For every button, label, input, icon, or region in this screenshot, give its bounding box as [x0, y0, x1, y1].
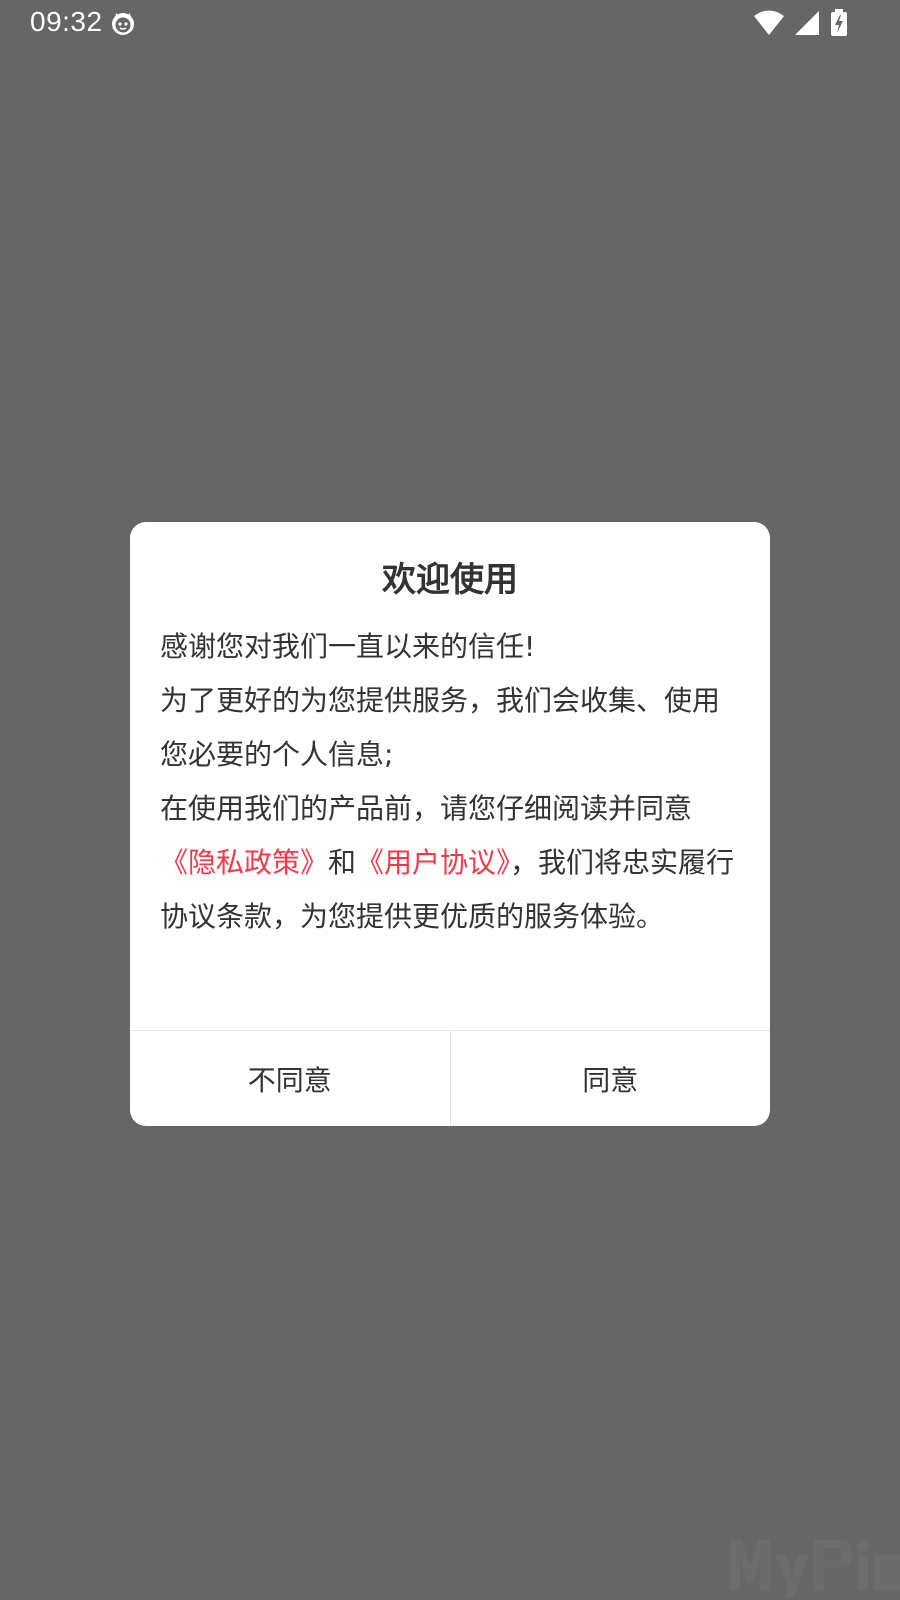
status-time: 09:32 — [30, 6, 103, 37]
cat-notification-icon — [112, 13, 134, 35]
screen: 09:32 欢迎使用 感谢您对我们一直以来的信任! 为了更好的为您提供服务，我们… — [0, 0, 900, 1600]
agree-button[interactable]: 同意 — [449, 1031, 771, 1126]
battery-charging-icon — [831, 9, 847, 36]
privacy-policy-link[interactable]: 《隐私政策》 — [160, 846, 328, 879]
watermark-logo — [730, 1540, 900, 1598]
dialog-footer: 不同意 同意 — [130, 1030, 770, 1126]
dialog-body: 感谢您对我们一直以来的信任! 为了更好的为您提供服务，我们会收集、使用您必要的个… — [160, 620, 746, 944]
dialog-title: 欢迎使用 — [382, 560, 518, 600]
privacy-dialog: 欢迎使用 感谢您对我们一直以来的信任! 为了更好的为您提供服务，我们会收集、使用… — [130, 522, 770, 1126]
disagree-button[interactable]: 不同意 — [130, 1031, 450, 1126]
dialog-text-line3: 在使用我们的产品前，请您仔细阅读并同意《隐私政策》和《用户协议》，我们将忠实履行… — [160, 782, 746, 944]
status-icons — [754, 8, 848, 38]
dialog-text-line1: 感谢您对我们一直以来的信任! — [160, 630, 536, 663]
dialog-text-and: 和 — [328, 846, 357, 879]
dialog-text-line2: 为了更好的为您提供服务，我们会收集、使用您必要的个人信息; — [160, 684, 721, 771]
status-bar: 09:32 — [0, 0, 900, 46]
wifi-icon — [754, 10, 784, 35]
cell-signal-icon — [795, 11, 819, 35]
dialog-text-line3-prefix: 在使用我们的产品前，请您仔细阅读并同意 — [160, 792, 693, 825]
user-agreement-link[interactable]: 《用户协议》 — [356, 846, 510, 879]
